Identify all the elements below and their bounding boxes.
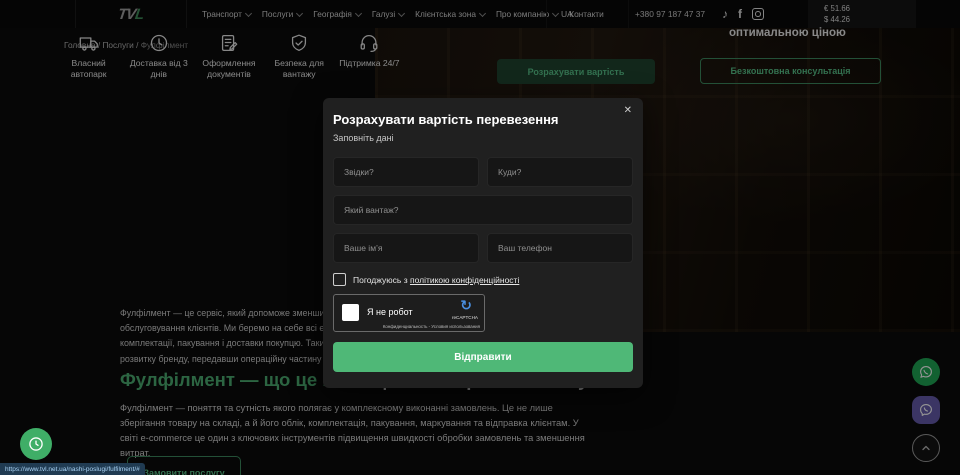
recaptcha-logo-icon: ↻: [460, 297, 472, 314]
page: TVL Транспорт Послуги Географія Галузі К…: [0, 0, 960, 475]
from-input[interactable]: [333, 157, 479, 187]
phone-input[interactable]: [487, 233, 633, 263]
submit-button[interactable]: Відправити: [333, 342, 633, 372]
status-bar-url: https://www.tvl.net.ua/nashi-poslugi/ful…: [0, 463, 145, 475]
recaptcha-label: Я не робот: [367, 307, 413, 317]
consent-row: Погоджуюсь з політикою конфіденційності: [333, 273, 633, 286]
cargo-input[interactable]: [333, 195, 633, 225]
recaptcha-terms-links[interactable]: Конфиденциальность - Условия использован…: [383, 324, 480, 329]
recaptcha-checkbox[interactable]: [342, 304, 359, 321]
modal-title: Розрахувати вартість перевезення: [333, 112, 633, 127]
modal-subtitle: Заповніть дані: [333, 133, 633, 143]
recaptcha-brand: reCAPTCHA: [452, 315, 478, 320]
chat-widget-button[interactable]: [20, 428, 52, 460]
privacy-policy-link[interactable]: політикою конфіденційності: [410, 275, 519, 285]
calculate-cost-modal: ✕ Розрахувати вартість перевезення Запов…: [323, 98, 643, 388]
callback-clock-icon: [26, 434, 46, 454]
close-icon[interactable]: ✕: [624, 106, 632, 116]
to-input[interactable]: [487, 157, 633, 187]
name-input[interactable]: [333, 233, 479, 263]
consent-checkbox[interactable]: [333, 273, 346, 286]
consent-label: Погоджуюсь з: [353, 275, 410, 285]
recaptcha-widget: Я не робот ↻ reCAPTCHA Конфиденциальност…: [333, 294, 485, 332]
